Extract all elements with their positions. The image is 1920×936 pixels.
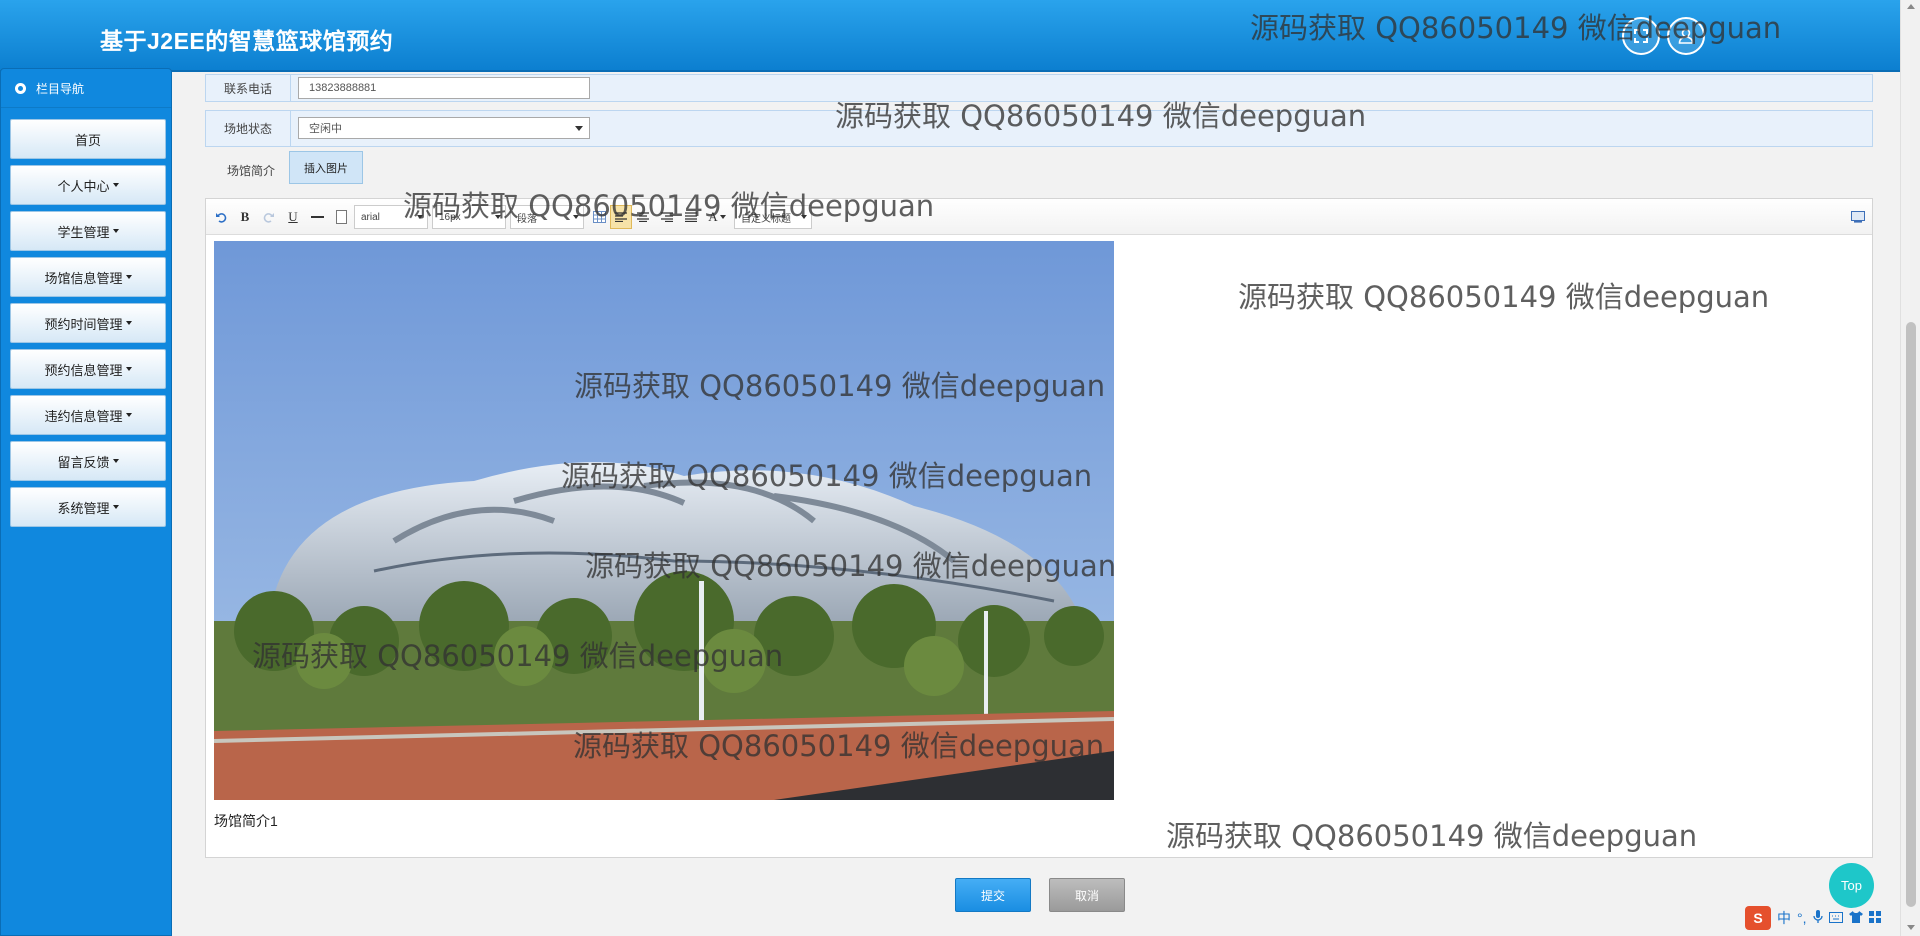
- caret-down-icon: [112, 505, 119, 509]
- sidebar-item-venue-info-management[interactable]: 场馆信息管理: [10, 257, 166, 297]
- sidebar-item-label: 个人中心: [57, 178, 110, 194]
- form-row-status: 场地状态 空闲中: [205, 110, 1873, 147]
- caret-down-icon: [719, 215, 726, 219]
- sidebar-item-label: 学生管理: [57, 224, 110, 240]
- page-icon[interactable]: [334, 209, 348, 225]
- table-icon[interactable]: [592, 209, 606, 225]
- sidebar-item-home[interactable]: 首页: [10, 119, 166, 159]
- apps-grid-icon[interactable]: [1868, 910, 1881, 926]
- align-right-icon[interactable]: [660, 209, 674, 225]
- keyboard-icon[interactable]: [1828, 910, 1843, 926]
- sidebar-item-violation-info-management[interactable]: 违约信息管理: [10, 395, 166, 435]
- undo-icon[interactable]: [214, 209, 228, 225]
- scrollbar-thumb[interactable]: [1906, 322, 1916, 907]
- editor-caption: 场馆简介1: [214, 813, 278, 829]
- scroll-up-arrow-icon[interactable]: [1907, 4, 1915, 9]
- caret-down-icon: [112, 459, 119, 463]
- underline-icon[interactable]: U: [286, 209, 300, 225]
- sidebar-menu: 首页 个人中心 学生管理 场馆信息管理 预约时间管理 预约信息管理 违约信息管理…: [10, 119, 166, 533]
- font-color-icon[interactable]: A: [706, 209, 728, 225]
- submit-button[interactable]: 提交: [955, 878, 1031, 912]
- form-row-phone: 联系电话 13823888881: [205, 74, 1873, 102]
- chevron-down-icon: [575, 125, 583, 131]
- custom-title-select[interactable]: 自定义标题: [734, 205, 812, 229]
- source-view-icon[interactable]: [1850, 209, 1866, 225]
- sidebar-item-student-management[interactable]: 学生管理: [10, 211, 166, 251]
- caret-down-icon: [112, 229, 119, 233]
- sidebar-item-booking-time-management[interactable]: 预约时间管理: [10, 303, 166, 343]
- horizontal-rule-icon[interactable]: [310, 209, 324, 225]
- phone-label: 联系电话: [206, 75, 291, 101]
- custom-title-value: 自定义标题: [741, 213, 791, 225]
- sidebar-item-label: 首页: [74, 132, 101, 148]
- font-size-select[interactable]: 16px: [432, 205, 506, 229]
- paragraph-value: 段落: [517, 213, 537, 225]
- microphone-icon[interactable]: [1812, 909, 1823, 927]
- sidebar: 栏目导航 首页 个人中心 学生管理 场馆信息管理 预约时间管理 预约信息管理 违…: [0, 68, 172, 936]
- align-left-icon[interactable]: [610, 205, 632, 229]
- nav-dot-icon: [15, 82, 26, 94]
- font-family-select[interactable]: arial: [354, 205, 428, 229]
- phone-input[interactable]: 13823888881: [298, 77, 590, 99]
- status-label: 场地状态: [206, 111, 291, 146]
- ime-language-label[interactable]: 中: [1777, 908, 1791, 928]
- sidebar-item-label: 违约信息管理: [44, 408, 123, 424]
- status-select-value: 空闲中: [309, 123, 342, 135]
- app-title: 基于J2EE的智慧篮球馆预约: [100, 28, 394, 54]
- redo-icon[interactable]: [262, 209, 276, 225]
- font-size-value: 16px: [439, 211, 461, 223]
- sidebar-heading-label: 栏目导航: [36, 81, 85, 96]
- scroll-down-arrow-icon[interactable]: [1907, 925, 1915, 930]
- sidebar-heading: 栏目导航: [1, 69, 171, 108]
- sidebar-item-personal-center[interactable]: 个人中心: [10, 165, 166, 205]
- chevron-down-icon: [573, 215, 579, 219]
- user-icon[interactable]: [1667, 17, 1705, 55]
- paragraph-select[interactable]: 段落: [510, 205, 584, 229]
- ime-tray: S 中 °,: [1745, 906, 1881, 930]
- caret-down-icon: [112, 183, 119, 187]
- status-select[interactable]: 空闲中: [298, 117, 590, 139]
- sidebar-item-feedback[interactable]: 留言反馈: [10, 441, 166, 481]
- chevron-down-icon: [495, 215, 501, 219]
- page-scrollbar[interactable]: [1900, 0, 1920, 936]
- rich-text-editor[interactable]: B U arial 16px 段落 A 自定义标题 场馆简介1: [205, 198, 1873, 858]
- chevron-down-icon: [801, 215, 807, 219]
- align-justify-icon[interactable]: [684, 209, 698, 225]
- bold-icon[interactable]: B: [238, 209, 252, 225]
- sidebar-item-label: 场馆信息管理: [44, 270, 123, 286]
- sidebar-item-label: 系统管理: [57, 500, 110, 516]
- editor-toolbar: B U arial 16px 段落 A 自定义标题: [206, 199, 1872, 235]
- sogou-icon[interactable]: S: [1745, 906, 1771, 930]
- font-family-value: arial: [361, 211, 380, 223]
- stadium-photo: [214, 241, 1114, 800]
- top-header: 基于J2EE的智慧篮球馆预约: [0, 0, 1900, 72]
- chevron-down-icon: [417, 215, 423, 219]
- sidebar-item-label: 预约信息管理: [44, 362, 123, 378]
- caret-down-icon: [125, 321, 132, 325]
- cancel-button[interactable]: 取消: [1049, 878, 1125, 912]
- sidebar-item-booking-info-management[interactable]: 预约信息管理: [10, 349, 166, 389]
- skin-icon[interactable]: [1848, 910, 1863, 926]
- caret-down-icon: [125, 413, 132, 417]
- insert-image-button[interactable]: 插入图片: [289, 151, 363, 184]
- back-to-top-button[interactable]: Top: [1829, 863, 1874, 908]
- align-center-icon[interactable]: [636, 209, 650, 225]
- caret-down-icon: [125, 275, 132, 279]
- sidebar-item-label: 预约时间管理: [44, 316, 123, 332]
- sidebar-item-system-management[interactable]: 系统管理: [10, 487, 166, 527]
- intro-label: 场馆简介: [227, 164, 276, 178]
- punctuation-icon[interactable]: °,: [1797, 910, 1807, 926]
- caret-down-icon: [125, 367, 132, 371]
- fullscreen-icon[interactable]: [1622, 17, 1660, 55]
- sidebar-item-label: 留言反馈: [57, 454, 110, 470]
